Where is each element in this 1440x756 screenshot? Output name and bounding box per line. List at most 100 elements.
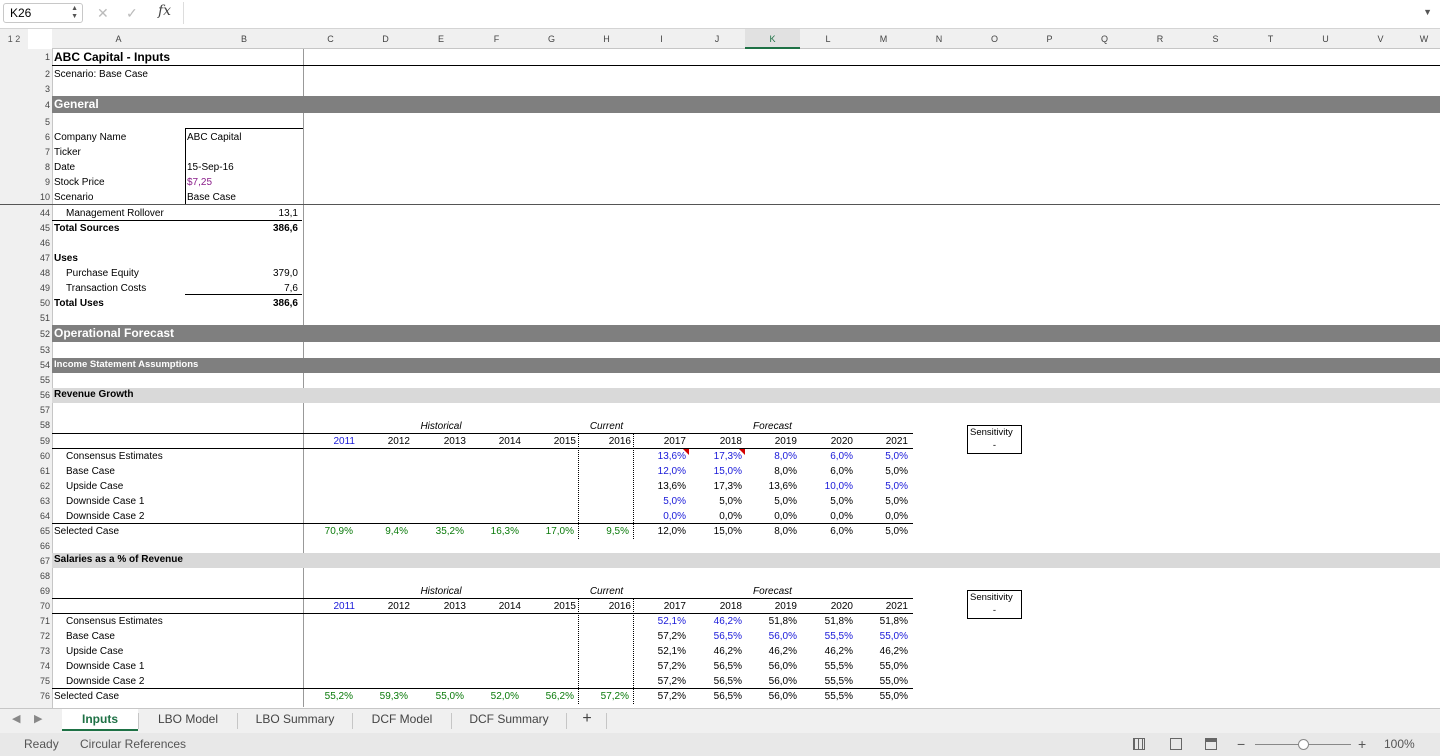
revenue-selected-forecast[interactable]: 15,0% — [692, 524, 742, 539]
row-header-58[interactable]: 58 — [28, 418, 50, 433]
row-header-65[interactable]: 65 — [28, 524, 50, 539]
salaries-case-value[interactable]: 46,2% — [803, 644, 853, 659]
revenue-selected-historical[interactable]: 16,3% — [471, 524, 519, 539]
revenue-case-value[interactable]: 15,0% — [692, 464, 742, 479]
salaries-selected-forecast[interactable]: 56,5% — [692, 689, 742, 704]
column-header-n[interactable]: N — [911, 29, 967, 49]
column-header-g[interactable]: G — [524, 29, 579, 49]
row-header-5[interactable]: 5 — [28, 115, 50, 130]
column-header-t[interactable]: T — [1243, 29, 1298, 49]
row-header-51[interactable]: 51 — [28, 311, 50, 326]
input-date[interactable]: 15-Sep-16 — [187, 160, 234, 175]
row-header-60[interactable]: 60 — [28, 449, 50, 464]
salaries-case-value[interactable]: 57,2% — [636, 629, 686, 644]
revenue-selected-forecast[interactable]: 8,0% — [747, 524, 797, 539]
revenue-case-value[interactable]: 0,0% — [747, 509, 797, 524]
row-header-68[interactable]: 68 — [28, 569, 50, 584]
salaries-selected-historical[interactable]: 55,0% — [416, 689, 464, 704]
row-header-9[interactable]: 9 — [28, 175, 50, 190]
revenue-selected-forecast[interactable]: 6,0% — [803, 524, 853, 539]
salaries-case-value[interactable]: 46,2% — [692, 614, 742, 629]
revenue-case-value[interactable]: 13,6% — [747, 479, 797, 494]
salaries-selected-historical[interactable]: 57,2% — [581, 689, 629, 704]
salaries-case-value[interactable]: 57,2% — [636, 674, 686, 689]
revenue-case-value[interactable]: 5,0% — [803, 494, 853, 509]
column-header-i[interactable]: I — [634, 29, 689, 49]
column-header-s[interactable]: S — [1188, 29, 1243, 49]
revenue-selected-forecast[interactable]: 12,0% — [636, 524, 686, 539]
name-box-spinner-icon[interactable]: ▲ ▼ — [71, 5, 78, 21]
row-header-76[interactable]: 76 — [28, 689, 50, 704]
row-header-47[interactable]: 47 — [28, 251, 50, 266]
revenue-case-value[interactable]: 17,3% — [692, 449, 742, 464]
column-header-e[interactable]: E — [413, 29, 469, 49]
row-header-53[interactable]: 53 — [28, 343, 50, 358]
value-purchase-equity[interactable]: 379,0 — [250, 266, 298, 281]
column-header-c[interactable]: C — [303, 29, 358, 49]
salaries-case-value[interactable]: 55,5% — [803, 674, 853, 689]
salaries-selected-forecast[interactable]: 55,5% — [803, 689, 853, 704]
revenue-case-value[interactable]: 0,0% — [692, 509, 742, 524]
revenue-case-value[interactable]: 0,0% — [803, 509, 853, 524]
column-header-l[interactable]: L — [800, 29, 856, 49]
enter-icon[interactable]: ✓ — [126, 5, 138, 22]
salaries-case-value[interactable]: 56,5% — [692, 674, 742, 689]
salaries-case-value[interactable]: 51,8% — [858, 614, 908, 629]
column-header-q[interactable]: Q — [1077, 29, 1132, 49]
add-sheet-button[interactable]: + — [574, 709, 600, 731]
row-header-1[interactable]: 1 — [28, 50, 50, 65]
revenue-selected-historical[interactable]: 17,0% — [526, 524, 574, 539]
row-header-10[interactable]: 10 — [28, 190, 50, 205]
column-header-f[interactable]: F — [469, 29, 524, 49]
salaries-selected-historical[interactable]: 59,3% — [360, 689, 408, 704]
column-header-m[interactable]: M — [856, 29, 911, 49]
revenue-selected-historical[interactable]: 9,4% — [360, 524, 408, 539]
salaries-sensitivity-value[interactable]: - — [968, 605, 1021, 616]
row-header-75[interactable]: 75 — [28, 674, 50, 689]
row-header-72[interactable]: 72 — [28, 629, 50, 644]
row-header-7[interactable]: 7 — [28, 145, 50, 160]
salaries-case-value[interactable]: 57,2% — [636, 659, 686, 674]
revenue-case-value[interactable]: 5,0% — [692, 494, 742, 509]
row-header-61[interactable]: 61 — [28, 464, 50, 479]
tab-dcf-summary[interactable]: DCF Summary — [452, 709, 566, 731]
revenue-case-value[interactable]: 5,0% — [747, 494, 797, 509]
row-header-56[interactable]: 56 — [28, 388, 50, 403]
tab-lbo-summary[interactable]: LBO Summary — [238, 709, 352, 731]
row-header-50[interactable]: 50 — [28, 296, 50, 311]
revenue-case-value[interactable]: 0,0% — [636, 509, 686, 524]
revenue-selected-forecast[interactable]: 5,0% — [858, 524, 908, 539]
row-header-4[interactable]: 4 — [28, 98, 50, 113]
column-header-o[interactable]: O — [967, 29, 1022, 49]
cancel-icon[interactable]: ✕ — [97, 5, 109, 22]
row-header-66[interactable]: 66 — [28, 539, 50, 554]
row-header-71[interactable]: 71 — [28, 614, 50, 629]
expand-formula-icon[interactable]: ▼ — [1423, 7, 1432, 17]
revenue-case-value[interactable]: 6,0% — [803, 449, 853, 464]
salaries-sensitivity-box[interactable]: Sensitivity - — [967, 590, 1022, 619]
revenue-case-value[interactable]: 5,0% — [858, 449, 908, 464]
column-header-u[interactable]: U — [1298, 29, 1353, 49]
column-header-j[interactable]: J — [689, 29, 745, 49]
zoom-out-button[interactable]: − — [1237, 733, 1245, 756]
salaries-case-value[interactable]: 56,0% — [747, 674, 797, 689]
column-header-r[interactable]: R — [1132, 29, 1188, 49]
comment-indicator-icon[interactable] — [683, 449, 689, 455]
revenue-selected-historical[interactable]: 9,5% — [581, 524, 629, 539]
zoom-in-button[interactable]: + — [1358, 733, 1366, 756]
revenue-sensitivity-box[interactable]: Sensitivity - — [967, 425, 1022, 454]
column-header-p[interactable]: P — [1022, 29, 1077, 49]
row-header-3[interactable]: 3 — [28, 82, 50, 97]
row-header-8[interactable]: 8 — [28, 160, 50, 175]
revenue-selected-historical[interactable]: 35,2% — [416, 524, 464, 539]
input-company-name[interactable]: ABC Capital — [187, 130, 241, 145]
row-header-74[interactable]: 74 — [28, 659, 50, 674]
salaries-case-value[interactable]: 46,2% — [692, 644, 742, 659]
row-header-59[interactable]: 59 — [28, 434, 50, 449]
revenue-selected-historical[interactable]: 70,9% — [305, 524, 353, 539]
salaries-case-value[interactable]: 52,1% — [636, 614, 686, 629]
tab-dcf-model[interactable]: DCF Model — [353, 709, 451, 731]
row-header-69[interactable]: 69 — [28, 584, 50, 599]
salaries-case-value[interactable]: 51,8% — [747, 614, 797, 629]
salaries-case-value[interactable]: 55,0% — [858, 659, 908, 674]
